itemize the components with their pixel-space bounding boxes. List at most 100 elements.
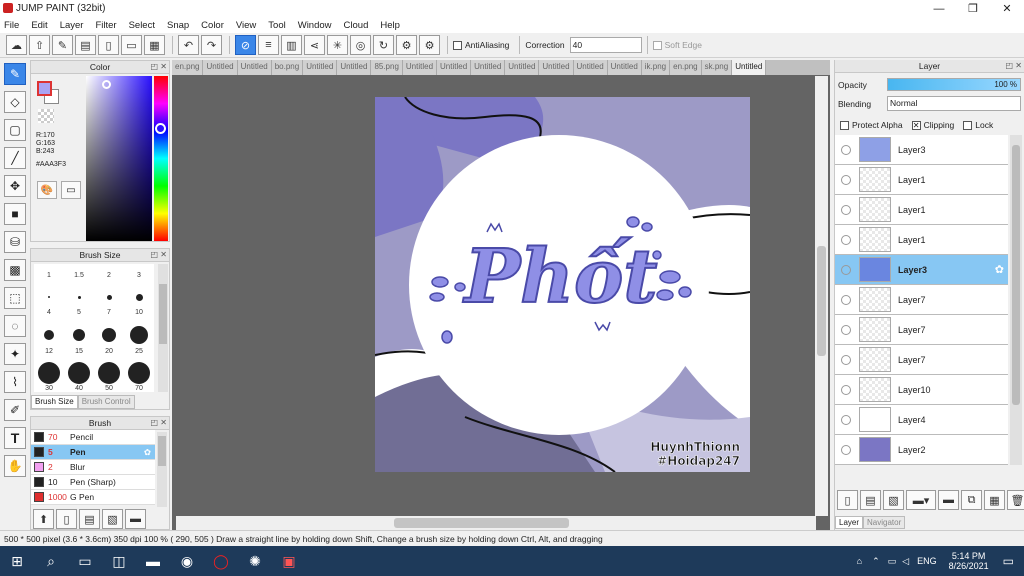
doc-tab[interactable]: Untitled <box>237 60 272 75</box>
size-70[interactable]: 70 <box>124 385 154 392</box>
snap-off-icon[interactable]: ⊘ <box>235 35 256 55</box>
new-layer-2-icon[interactable]: ▧ <box>883 490 904 510</box>
brush-size-scrollbar[interactable] <box>158 264 168 392</box>
tray-arrow-icon[interactable]: ⌃ <box>872 556 880 567</box>
brush-copy-icon[interactable]: ▤ <box>79 509 100 529</box>
size-1-5[interactable]: 1.5 <box>64 272 94 279</box>
windows-start-icon[interactable]: ⊞ <box>0 546 34 576</box>
panel-close-icon[interactable]: ◰ ✕ <box>1006 61 1022 70</box>
store-icon[interactable]: ◫ <box>102 546 136 576</box>
snap-parallel-icon[interactable]: ≡ <box>258 35 279 55</box>
snap-grid-icon[interactable]: ▥ <box>281 35 302 55</box>
layer-row-selected[interactable]: Layer3 ✿ <box>835 255 1008 285</box>
history-icon[interactable]: ▭ <box>61 181 81 199</box>
tab-navigator[interactable]: Navigator <box>863 516 906 529</box>
menu-help[interactable]: Help <box>380 20 400 31</box>
comment-icon[interactable]: ✎ <box>52 35 73 55</box>
magic-wand-icon[interactable]: ✦ <box>4 343 26 365</box>
page-icon[interactable]: ▭ <box>121 35 142 55</box>
lasso-icon[interactable]: ◌ <box>4 315 26 337</box>
move-tool-icon[interactable]: ✥ <box>4 175 26 197</box>
doc-tab[interactable]: Untitled <box>607 60 642 75</box>
doc-tab[interactable]: Untitled <box>573 60 608 75</box>
close-button[interactable]: ✕ <box>990 0 1024 17</box>
task-view-icon[interactable]: ▭ <box>68 546 102 576</box>
correction-select[interactable]: 40 <box>569 37 642 53</box>
menu-view[interactable]: View <box>236 20 256 31</box>
document-icon[interactable]: ▯ <box>98 35 119 55</box>
panel-close-icon[interactable]: ◰ ✕ <box>151 62 167 71</box>
menu-window[interactable]: Window <box>298 20 332 31</box>
size-5[interactable]: 5 <box>64 309 94 316</box>
doc-tab[interactable]: sk.png <box>701 60 733 75</box>
doc-tab[interactable]: Untitled <box>203 60 238 75</box>
eye-icon[interactable] <box>841 444 851 455</box>
tab-layer[interactable]: Layer <box>835 516 864 529</box>
clipping-checkbox[interactable]: ✕ <box>911 120 921 130</box>
brush-paste-icon[interactable]: ▧ <box>102 509 123 529</box>
hue-slider[interactable] <box>154 76 168 241</box>
search-icon[interactable]: ⌕ <box>34 546 68 576</box>
current-color-swatch[interactable] <box>37 81 52 96</box>
menu-file[interactable]: File <box>4 20 19 31</box>
antialiasing-checkbox[interactable] <box>453 40 462 50</box>
cloud-icon[interactable]: ☁ <box>6 35 27 55</box>
layer-row[interactable]: Layer1 <box>835 225 1008 255</box>
size-1[interactable]: 1 <box>34 272 64 279</box>
menu-tool[interactable]: Tool <box>268 20 285 31</box>
folder-icon[interactable]: ▬ <box>938 490 959 510</box>
brush-new-icon[interactable]: ▯ <box>56 509 77 529</box>
opacity-slider[interactable]: 100 % <box>887 78 1021 91</box>
lock-checkbox[interactable] <box>963 120 973 130</box>
merge-icon[interactable]: ⧉ <box>961 490 982 510</box>
menu-edit[interactable]: Edit <box>31 20 47 31</box>
jump-paint-taskbar-icon[interactable]: ▣ <box>272 546 306 576</box>
doc-tab[interactable]: 85.png <box>371 60 403 75</box>
clock-date[interactable]: 8/26/2021 <box>949 561 989 571</box>
fill-rect-icon[interactable]: ■ <box>4 203 26 225</box>
size-7[interactable]: 7 <box>94 309 124 316</box>
size-12[interactable]: 12 <box>34 348 64 355</box>
menu-filter[interactable]: Filter <box>95 20 116 31</box>
eye-icon[interactable] <box>841 204 851 215</box>
snap-radial-icon[interactable]: ✳ <box>327 35 348 55</box>
brush-item[interactable]: 2 Blur <box>31 460 155 475</box>
menu-cloud[interactable]: Cloud <box>344 20 369 31</box>
grid-tiles-icon[interactable]: ▦ <box>144 35 165 55</box>
eye-icon[interactable] <box>841 414 851 425</box>
delete-layer-icon[interactable]: 🗑 <box>1007 490 1024 510</box>
menu-color[interactable]: Color <box>201 20 224 31</box>
new-layer-icon[interactable]: ▯ <box>837 490 858 510</box>
transparent-swatch[interactable] <box>38 109 54 123</box>
size-40[interactable]: 40 <box>64 385 94 392</box>
select-pen-icon[interactable]: ✐ <box>4 399 26 421</box>
network-icon[interactable]: ▭ <box>888 556 897 567</box>
eye-icon[interactable] <box>841 294 851 305</box>
eye-icon[interactable] <box>841 384 851 395</box>
size-50[interactable]: 50 <box>94 385 124 392</box>
eye-icon[interactable] <box>841 324 851 335</box>
size-15[interactable]: 15 <box>64 348 94 355</box>
zalo-icon[interactable]: ◉ <box>170 546 204 576</box>
layer-row[interactable]: Layer7 <box>835 345 1008 375</box>
layer-row[interactable]: Layer3 <box>835 135 1008 165</box>
marquee-icon[interactable]: ⬚ <box>4 287 26 309</box>
eraser-tool-icon[interactable]: ◇ <box>4 91 26 113</box>
eye-icon[interactable] <box>841 354 851 365</box>
snap-curve-icon[interactable]: ↻ <box>373 35 394 55</box>
size-20[interactable]: 20 <box>94 348 124 355</box>
gradient-icon[interactable]: ▩ <box>4 259 26 281</box>
doc-tab[interactable]: bo.png <box>271 60 304 75</box>
doc-tab[interactable]: Untitled <box>402 60 438 75</box>
tab-brush-size[interactable]: Brush Size <box>31 395 78 409</box>
layer-row[interactable]: Layer7 <box>835 285 1008 315</box>
line-tool-icon[interactable]: ╱ <box>4 147 26 169</box>
minimize-button[interactable]: — <box>922 0 956 17</box>
file-explorer-icon[interactable]: ▬ <box>136 546 170 576</box>
menu-select[interactable]: Select <box>129 20 155 31</box>
layer-row[interactable]: Layer1 <box>835 195 1008 225</box>
volume-icon[interactable]: ◁ <box>902 556 909 567</box>
notifications-icon[interactable]: ▭ <box>1003 554 1014 568</box>
brush-settings-icon[interactable]: ✿ <box>144 447 151 458</box>
panel-close-icon[interactable]: ◰ ✕ <box>151 418 167 427</box>
